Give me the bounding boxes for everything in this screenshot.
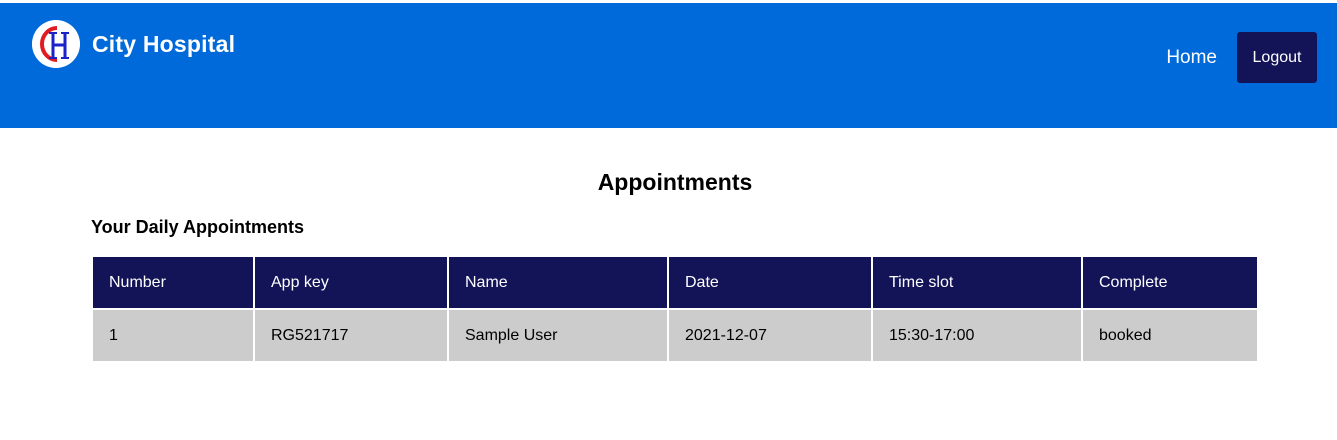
cell-name: Sample User bbox=[449, 310, 667, 361]
page-title: Appointments bbox=[597, 169, 753, 195]
cell-number: 1 bbox=[93, 310, 253, 361]
column-header-app-key: App key bbox=[255, 257, 447, 308]
column-header-date: Date bbox=[669, 257, 871, 308]
city-hospital-logo-icon bbox=[32, 20, 80, 68]
column-header-time-slot: Time slot bbox=[873, 257, 1081, 308]
cell-complete: booked bbox=[1083, 310, 1257, 361]
main-nav: Home Logout bbox=[1166, 32, 1317, 83]
column-header-number: Number bbox=[93, 257, 253, 308]
cell-time-slot: 15:30-17:00 bbox=[873, 310, 1081, 361]
logout-button[interactable]: Logout bbox=[1237, 32, 1317, 83]
table-row: 1 RG521717 Sample User 2021-12-07 15:30-… bbox=[93, 310, 1257, 361]
column-header-name: Name bbox=[449, 257, 667, 308]
cell-date: 2021-12-07 bbox=[669, 310, 871, 361]
appointments-table: Number App key Name Date Time slot Compl… bbox=[91, 255, 1259, 363]
top-navbar: City Hospital Home Logout bbox=[0, 3, 1337, 128]
cell-app-key: RG521717 bbox=[255, 310, 447, 361]
column-header-complete: Complete bbox=[1083, 257, 1257, 308]
table-header-row: Number App key Name Date Time slot Compl… bbox=[93, 257, 1257, 308]
brand[interactable]: City Hospital bbox=[32, 20, 235, 68]
nav-home-link[interactable]: Home bbox=[1166, 47, 1217, 69]
brand-name[interactable]: City Hospital bbox=[92, 31, 235, 58]
section-title: Your Daily Appointments bbox=[91, 217, 305, 237]
